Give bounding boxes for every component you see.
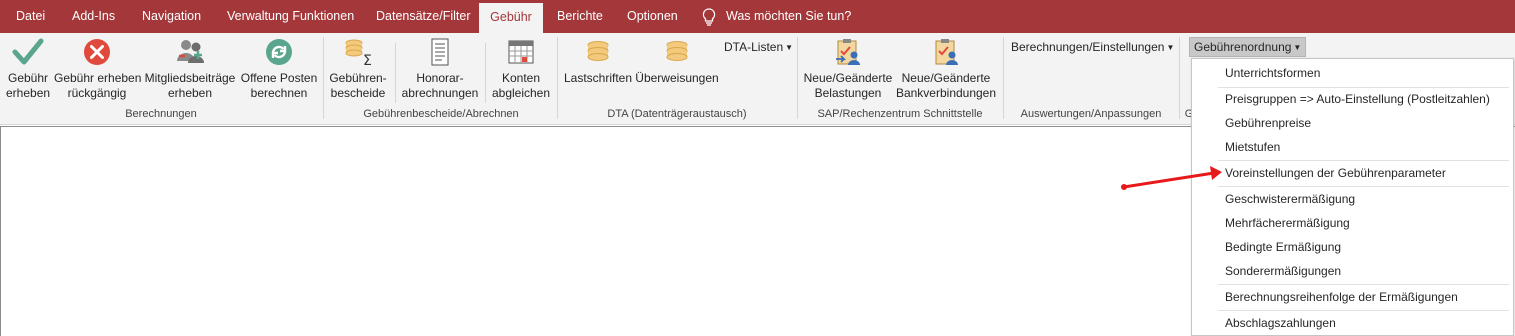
menu-item-geschwisterermaessigung[interactable]: Geschwisterermäßigung: [1225, 192, 1355, 206]
group-divider: [1003, 37, 1004, 119]
menu-item-berechnungsreihenfolge[interactable]: Berechnungsreihenfolge der Ermäßigungen: [1225, 290, 1458, 304]
lastschriften-button[interactable]: Lastschriften: [562, 37, 634, 86]
offene-posten-berechnen-button[interactable]: Offene Posten berechnen: [240, 37, 318, 101]
group-divider: [1179, 37, 1180, 119]
document-icon: [431, 38, 449, 66]
menu-item-mietstufen[interactable]: Mietstufen: [1225, 140, 1280, 154]
tell-me-box[interactable]: Was möchten Sie tun?: [702, 0, 851, 33]
tab-datei[interactable]: Datei: [10, 0, 51, 33]
menu-separator: [1218, 186, 1509, 187]
group-divider: [323, 37, 324, 119]
gebuehrenordnung-menu: Unterrichtsformen Preisgruppen => Auto-E…: [1191, 58, 1514, 336]
button-divider: [395, 43, 396, 103]
group-divider: [797, 37, 798, 119]
button-divider: [485, 43, 486, 103]
tab-gebuehr[interactable]: Gebühr: [479, 3, 543, 33]
calendar-icon: [508, 40, 534, 64]
svg-text:Σ: Σ: [363, 53, 372, 67]
group-label-berechnungen: Berechnungen: [125, 108, 197, 120]
menu-item-abschlagszahlungen[interactable]: Abschlagszahlungen: [1225, 316, 1336, 330]
menu-item-preisgruppen[interactable]: Preisgruppen => Auto-Einstellung (Postle…: [1225, 92, 1490, 106]
group-label-gebuehrenbescheide: Gebührenbescheide/Abrechnen: [363, 108, 519, 120]
group-label-dta: DTA (Datenträgeraustausch): [607, 108, 747, 120]
gebuehrenbescheide-button[interactable]: Σ Gebühren- bescheide: [328, 37, 388, 101]
chevron-down-icon: ▼: [1293, 43, 1302, 53]
chevron-down-icon: ▼: [785, 43, 794, 53]
menu-item-unterrichtsformen[interactable]: Unterrichtsformen: [1225, 66, 1320, 80]
lightbulb-icon: [702, 8, 716, 26]
tab-navigation[interactable]: Navigation: [136, 0, 207, 33]
tab-datensaetze-filter[interactable]: Datensätze/Filter: [370, 0, 476, 33]
ueberweisungen-button[interactable]: Überweisungen: [634, 37, 720, 86]
mitgliedsbeitraege-erheben-button[interactable]: Mitgliedsbeiträge erheben: [144, 37, 236, 101]
checkmark-icon: [12, 38, 44, 65]
group-label-sap: SAP/Rechenzentrum Schnittstelle: [817, 108, 983, 120]
dta-listen-dropdown[interactable]: DTA-Listen ▼: [724, 40, 793, 54]
cancel-circle-icon: [84, 39, 110, 65]
chevron-down-icon: ▼: [1166, 43, 1175, 53]
neue-geaenderte-belastungen-button[interactable]: Neue/Geänderte Belastungen: [802, 37, 894, 101]
clipboard-user-icon: [836, 39, 860, 65]
gebuehr-erheben-button[interactable]: Gebühr erheben: [6, 37, 50, 101]
menu-separator: [1218, 310, 1509, 311]
tab-optionen[interactable]: Optionen: [621, 0, 684, 33]
coins-icon: [587, 41, 609, 61]
users-icon: [177, 40, 204, 63]
coins-icon: [666, 41, 688, 61]
menu-separator: [1218, 284, 1509, 285]
ribbon-tab-bar: Datei Add-Ins Navigation Verwaltung Funk…: [0, 0, 1515, 33]
menu-separator: [1218, 160, 1509, 161]
coins-sum-icon: Σ: [345, 39, 372, 67]
refresh-icon: [266, 39, 292, 65]
honorarabrechnungen-button[interactable]: Honorar- abrechnungen: [400, 37, 480, 101]
menu-item-bedingte-ermaessigung[interactable]: Bedingte Ermäßigung: [1225, 240, 1341, 254]
group-divider: [557, 37, 558, 119]
gebuehr-erheben-rueckgaengig-button[interactable]: Gebühr erheben rückgängig: [54, 37, 141, 101]
neue-geaenderte-bankverbindungen-button[interactable]: Neue/Geänderte Bankverbindungen: [894, 37, 998, 101]
menu-item-voreinstellungen-gebuehrenparameter[interactable]: Voreinstellungen der Gebührenparameter: [1225, 166, 1446, 180]
tab-add-ins[interactable]: Add-Ins: [66, 0, 121, 33]
menu-separator: [1218, 87, 1509, 88]
menu-item-gebuehrenpreise[interactable]: Gebührenpreise: [1225, 116, 1311, 130]
clipboard-user-icon: [935, 39, 958, 65]
gebuehrenordnung-dropdown[interactable]: Gebührenordnung ▼: [1189, 37, 1307, 57]
tell-me-text: Was möchten Sie tun?: [726, 9, 852, 23]
group-label-auswertungen: Auswertungen/Anpassungen: [1020, 108, 1162, 120]
menu-item-sonderermaessigungen[interactable]: Sonderermäßigungen: [1225, 264, 1341, 278]
tab-berichte[interactable]: Berichte: [551, 0, 609, 33]
menu-item-mehrfaechererermaessigung[interactable]: Mehrfächerermäßigung: [1225, 216, 1350, 230]
tab-verwaltung-funktionen[interactable]: Verwaltung Funktionen: [221, 0, 360, 33]
annotation-arrow-icon: [1121, 166, 1222, 190]
berechnungen-einstellungen-dropdown[interactable]: Berechnungen/Einstellungen ▼: [1011, 40, 1174, 54]
konten-abgleichen-button[interactable]: Konten abgleichen: [490, 37, 552, 101]
